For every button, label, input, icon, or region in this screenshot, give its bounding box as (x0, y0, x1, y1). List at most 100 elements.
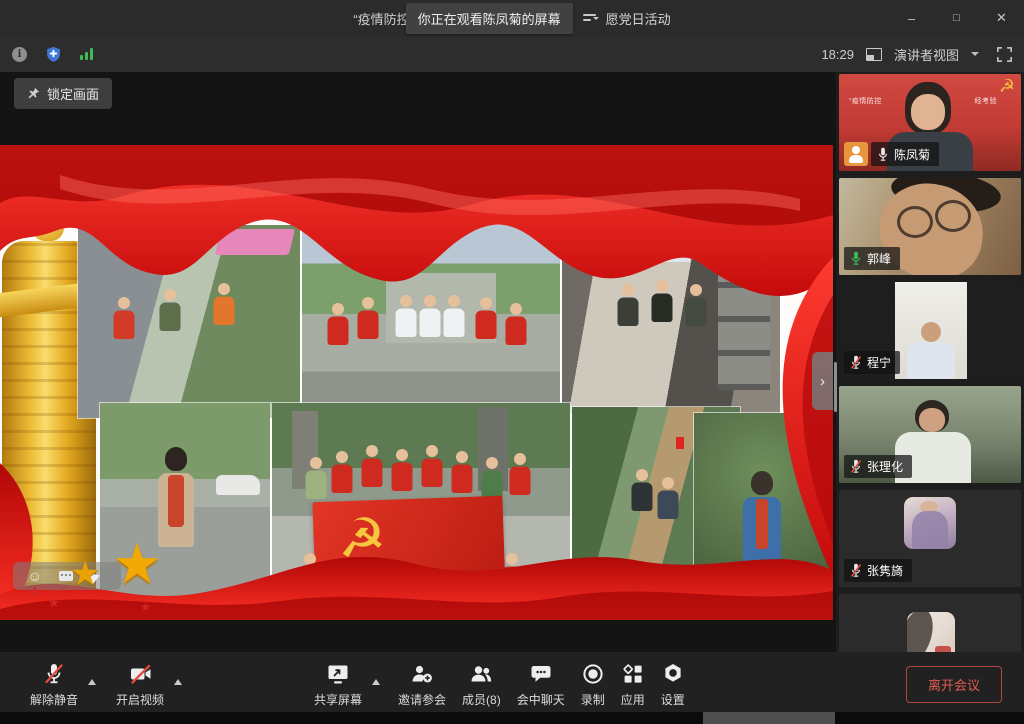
sidebar-scrollbar[interactable] (834, 362, 837, 412)
participant-avatar-background (839, 594, 1021, 652)
members-button[interactable]: 成员(8) (456, 659, 507, 710)
person-figure (630, 469, 654, 511)
view-mode-caret-icon[interactable] (971, 52, 979, 60)
parked-car (216, 475, 260, 495)
invite-label: 邀请参会 (398, 691, 446, 708)
settings-button[interactable]: 设置 (655, 659, 691, 710)
banner-text-right: 经考验 (975, 96, 998, 106)
person-figure (330, 451, 354, 493)
invite-button[interactable]: 邀请参会 (392, 659, 452, 710)
settings-icon (661, 661, 685, 687)
mic-muted-icon (850, 459, 862, 474)
camera-off-icon (128, 661, 153, 687)
title-bar: “疫情防控 你正在观看陈凤菊的屏幕 愿党日活动 – □ ✕ (0, 0, 1024, 36)
participant-tile-chenfengju[interactable]: ☭ “疫情防控 经考验 陈凤菊 (839, 74, 1021, 171)
apps-button[interactable]: 应用 (615, 659, 651, 710)
participant-name: 陈凤菊 (894, 146, 930, 163)
person-figure (616, 284, 640, 326)
person-shirt (907, 342, 955, 379)
unmute-button[interactable]: 解除静音 (24, 659, 84, 710)
participant-tile-chengning[interactable]: 程宁 (839, 282, 1021, 379)
person-figure (360, 445, 384, 487)
record-label: 录制 (581, 691, 605, 708)
bunk-bed (718, 240, 770, 390)
avatar (907, 612, 955, 652)
person-figure (158, 289, 182, 331)
pillar-knob (32, 207, 64, 241)
invite-icon (410, 661, 434, 687)
unmute-label: 解除静音 (30, 691, 78, 708)
participant-name: 张理化 (867, 458, 903, 475)
smiley-icon[interactable]: ☺ (28, 568, 42, 584)
photo-volunteer-in-garden (694, 413, 833, 613)
party-emblem-icon: ☭ (999, 76, 1015, 97)
chat-label: 会中聊天 (517, 691, 565, 708)
network-signal-icon (80, 48, 93, 60)
red-star-small: ★ (48, 597, 60, 610)
view-layout-icon (866, 48, 882, 61)
lock-view-button[interactable]: 锁定画面 (14, 78, 112, 109)
participant-tile-guofeng[interactable]: 郭峰 (839, 178, 1021, 275)
mic-muted-icon (850, 563, 862, 578)
chevron-right-icon: › (820, 373, 825, 390)
video-options-caret[interactable] (174, 675, 182, 685)
window-controls: – □ ✕ (889, 0, 1024, 36)
meeting-info-icon[interactable]: i (12, 47, 27, 62)
meeting-window: { "window": { "title_prefix": "“疫情防控", "… (0, 0, 1024, 724)
screen-sharing-badge (844, 142, 868, 166)
close-button[interactable]: ✕ (979, 0, 1024, 36)
sidebar-collapse-handle[interactable]: › (812, 352, 833, 410)
banner-text-left: “疫情防控 (849, 96, 882, 106)
person-face (911, 94, 945, 130)
agenda-icon[interactable] (583, 14, 596, 21)
person-figure (504, 303, 528, 345)
person-figure-ppe (418, 295, 442, 337)
record-button[interactable]: 录制 (575, 659, 611, 710)
person-figure-crouching (500, 553, 524, 595)
hammer-sickle-icon: ☭ (337, 506, 388, 571)
view-mode-label[interactable]: 演讲者视图 (894, 45, 959, 64)
window (638, 228, 690, 262)
small-red-flag (398, 259, 408, 273)
participant-name: 郭峰 (867, 250, 891, 267)
mic-on-icon (877, 147, 889, 162)
pink-awning (215, 229, 295, 255)
start-video-button[interactable]: 开启视频 (110, 659, 170, 710)
mic-muted-icon (42, 661, 66, 687)
person-figure (112, 297, 136, 339)
lock-view-label: 锁定画面 (47, 84, 99, 103)
members-label: 成员(8) (462, 691, 501, 708)
person-figure (326, 303, 350, 345)
meeting-title-prefix: “疫情防控 (353, 9, 409, 28)
pushpin-icon (27, 87, 40, 100)
start-video-label: 开启视频 (116, 691, 164, 708)
maximize-button[interactable]: □ (934, 0, 979, 36)
person-figure (212, 283, 236, 325)
meeting-info-bar: i 18:29 演讲者视图 (0, 36, 1024, 72)
glasses-lens (897, 206, 933, 238)
share-options-caret[interactable] (372, 675, 380, 685)
photo-ppe-group (302, 225, 560, 418)
person-figure (450, 451, 474, 493)
security-shield-icon[interactable] (45, 46, 62, 63)
person-head (921, 322, 941, 342)
fullscreen-icon[interactable] (997, 47, 1012, 62)
participant-tile-partial[interactable] (839, 594, 1021, 652)
participant-tile-zhangjuanyi[interactable]: 张隽旖 (839, 490, 1021, 587)
shared-screen-area: ☭ (0, 72, 836, 652)
mic-active-icon (850, 251, 862, 266)
minimize-button[interactable]: – (889, 0, 934, 36)
share-screen-button[interactable]: 共享屏幕 (308, 659, 368, 710)
gold-star-medium: ★ (70, 557, 100, 591)
person-figure (390, 449, 414, 491)
chat-button[interactable]: 会中聊天 (511, 659, 571, 710)
leave-meeting-button[interactable]: 离开会议 (906, 666, 1002, 703)
meeting-clock: 18:29 (821, 47, 854, 62)
bottom-edge-strip (0, 712, 1024, 724)
record-icon (581, 661, 605, 687)
audio-options-caret[interactable] (88, 675, 96, 685)
apps-label: 应用 (621, 691, 645, 708)
participant-tile-zhanglihua[interactable]: 张理化 (839, 386, 1021, 483)
photo-party-flag-group: ☭ (272, 403, 570, 620)
party-flag: ☭ (312, 496, 505, 599)
